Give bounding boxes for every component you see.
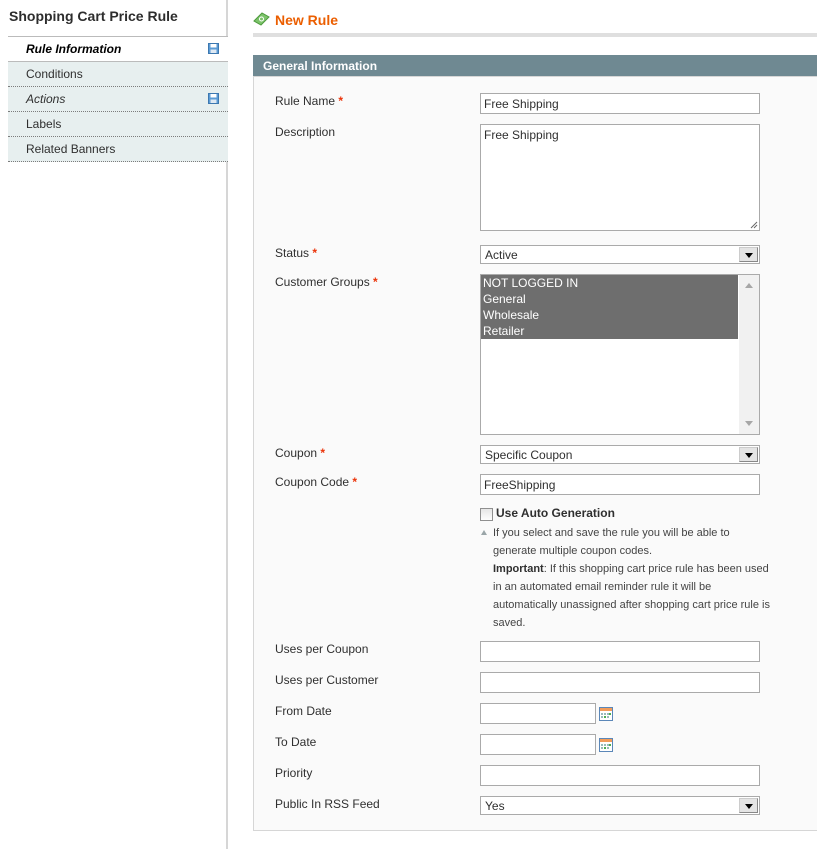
page-header: New Rule <box>253 8 817 37</box>
rule-money-icon <box>253 12 270 26</box>
note-text-2: Important: If this shopping cart price r… <box>493 563 770 629</box>
tab-labels[interactable]: Labels <box>8 112 228 137</box>
chevron-down-icon[interactable] <box>739 247 758 262</box>
use-auto-generation-checkbox[interactable] <box>480 508 493 521</box>
fieldset-title: General Information <box>253 55 817 77</box>
save-icon <box>208 43 219 54</box>
public-in-rss-select[interactable]: Yes <box>480 796 760 815</box>
status-label: Status * <box>275 246 318 260</box>
status-value: Active <box>485 248 518 262</box>
scroll-down-icon[interactable] <box>745 421 753 426</box>
tab-label: Labels <box>26 117 62 131</box>
to-date-input[interactable] <box>480 734 596 755</box>
uses-per-customer-label: Uses per Customer <box>275 673 379 687</box>
chevron-down-icon[interactable] <box>739 798 758 813</box>
coupon-code-label: Coupon Code * <box>275 475 358 489</box>
description-value: Free Shipping <box>484 128 559 142</box>
calendar-icon[interactable] <box>599 707 613 721</box>
from-date-input[interactable] <box>480 703 596 724</box>
chevron-down-icon[interactable] <box>739 447 758 462</box>
sidebar-tabs: Rule Information Conditions Actions Labe… <box>8 37 228 162</box>
coupon-label: Coupon * <box>275 446 326 460</box>
to-date-label: To Date <box>275 735 317 749</box>
tab-actions[interactable]: Actions <box>8 87 228 112</box>
customer-groups-multiselect[interactable]: NOT LOGGED IN General Wholesale Retailer <box>480 274 760 435</box>
tab-related-banners[interactable]: Related Banners <box>8 137 228 162</box>
public-in-rss-value: Yes <box>485 799 505 813</box>
tab-label: Conditions <box>26 67 83 81</box>
scroll-up-icon[interactable] <box>745 283 753 288</box>
status-select[interactable]: Active <box>480 245 760 264</box>
uses-per-customer-input[interactable] <box>480 672 760 693</box>
save-icon <box>208 93 219 104</box>
description-label: Description <box>275 125 336 139</box>
customer-group-option[interactable]: General <box>481 291 738 307</box>
rule-name-label: Rule Name * <box>275 94 344 108</box>
note-arrow-icon <box>481 530 487 535</box>
tab-label: Rule Information <box>26 42 122 56</box>
coupon-value: Specific Coupon <box>485 448 573 462</box>
customer-group-option[interactable]: NOT LOGGED IN <box>481 275 738 291</box>
priority-input[interactable] <box>480 765 760 786</box>
coupon-code-input[interactable]: FreeShipping <box>480 474 760 495</box>
tab-rule-information[interactable]: Rule Information <box>8 37 228 62</box>
customer-groups-label: Customer Groups * <box>275 275 378 289</box>
page-title: New Rule <box>275 12 339 28</box>
customer-group-option[interactable]: Retailer <box>481 323 738 339</box>
uses-per-coupon-input[interactable] <box>480 641 760 662</box>
priority-label: Priority <box>275 766 313 780</box>
tab-label: Related Banners <box>26 142 116 156</box>
public-in-rss-label: Public In RSS Feed <box>275 797 380 811</box>
tab-conditions[interactable]: Conditions <box>8 62 228 87</box>
uses-per-coupon-label: Uses per Coupon <box>275 642 369 656</box>
note-text-1: If you select and save the rule you will… <box>493 527 730 557</box>
resize-grip-icon[interactable] <box>750 221 758 229</box>
sidebar: Shopping Cart Price Rule Rule Informatio… <box>0 0 228 849</box>
description-textarea[interactable]: Free Shipping <box>480 124 760 231</box>
auto-generation-note: If you select and save the rule you will… <box>480 524 770 632</box>
calendar-icon[interactable] <box>599 738 613 752</box>
general-information-fieldset: Rule Name * Free Shipping Description Fr… <box>253 77 817 831</box>
sidebar-title: Shopping Cart Price Rule <box>8 0 228 37</box>
rule-name-input[interactable]: Free Shipping <box>480 93 760 114</box>
multiselect-scrollbar[interactable] <box>739 275 759 434</box>
customer-group-option[interactable]: Wholesale <box>481 307 738 323</box>
from-date-label: From Date <box>275 704 332 718</box>
tab-label: Actions <box>26 92 66 106</box>
use-auto-generation-label[interactable]: Use Auto Generation <box>496 506 615 520</box>
coupon-select[interactable]: Specific Coupon <box>480 445 760 464</box>
